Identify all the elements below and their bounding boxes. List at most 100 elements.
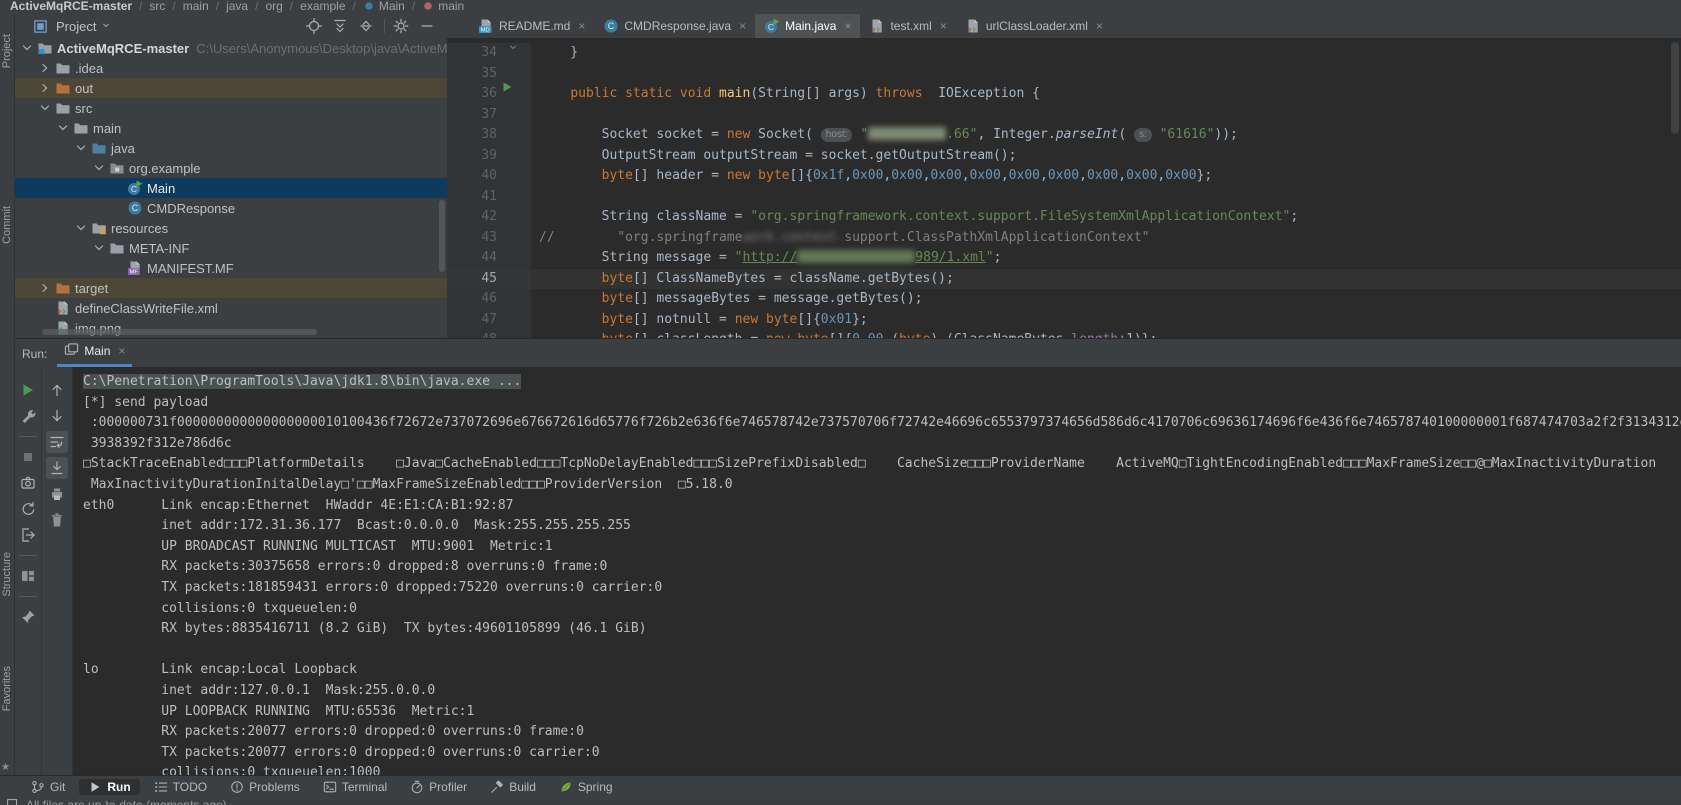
tool-window-button-profiler[interactable]: Profiler: [401, 779, 476, 795]
close-icon[interactable]: ×: [940, 19, 947, 33]
down-button[interactable]: [46, 405, 68, 427]
chev-down-icon[interactable]: [73, 220, 89, 236]
console-line: RX packets:20077 errors:0 dropped:0 over…: [83, 722, 1681, 743]
expand-all-icon: [358, 18, 374, 34]
close-icon[interactable]: ×: [578, 19, 585, 33]
stop-icon: [20, 449, 36, 465]
tree-item-img-png[interactable]: img.png: [14, 318, 447, 338]
tool-window-stripe-favorites[interactable]: Favorites: [1, 666, 13, 711]
close-icon[interactable]: ×: [739, 19, 746, 33]
breadcrumb-item[interactable]: Main: [363, 0, 405, 13]
favorites-star-icon[interactable]: ★: [1, 762, 10, 773]
locate-button[interactable]: [304, 17, 324, 35]
tool-window-button-terminal[interactable]: Terminal: [314, 779, 396, 795]
tree-item-cmdresponse[interactable]: CCMDResponse: [14, 198, 447, 218]
tool-window-stripe-commit[interactable]: Commit: [1, 206, 13, 244]
project-tree-vertical-scrollbar[interactable]: [439, 200, 445, 272]
expand-all-button[interactable]: [356, 17, 376, 35]
tree-item-main[interactable]: CMain: [14, 178, 447, 198]
console-line: RX packets:30375658 errors:0 dropped:8 o…: [83, 557, 1681, 578]
breadcrumb-item[interactable]: main: [422, 0, 464, 13]
tree-item-label: java: [111, 141, 135, 156]
exit-button[interactable]: [17, 524, 39, 546]
layout-button[interactable]: [17, 565, 39, 587]
tree-item-label: Main: [147, 181, 175, 196]
pin-button[interactable]: [17, 606, 39, 628]
chev-down-icon[interactable]: [55, 120, 71, 136]
breadcrumb-item[interactable]: src: [149, 0, 165, 13]
tree-item-activemqrce-master[interactable]: ActiveMqRCE-masterC:\Users\Anonymous\Des…: [14, 38, 447, 58]
chev-down-icon[interactable]: [19, 40, 35, 56]
chev-down-icon[interactable]: [37, 100, 53, 116]
tool-window-button-todo[interactable]: TODO: [145, 779, 216, 795]
chev-down-icon[interactable]: [91, 160, 107, 176]
tree-item-org-example[interactable]: org.example: [14, 158, 447, 178]
tree-item-src[interactable]: src: [14, 98, 447, 118]
breadcrumb-item[interactable]: main: [183, 0, 209, 13]
editor-tab-readme-md[interactable]: MDREADME.md×: [469, 14, 594, 38]
breadcrumb-item[interactable]: ActiveMqRCE-master: [10, 0, 132, 13]
run-tab-main[interactable]: Main ×: [57, 342, 132, 367]
breadcrumb-item[interactable]: org: [265, 0, 282, 13]
tool-window-button-label: Problems: [249, 780, 300, 794]
tree-item-main[interactable]: main: [14, 118, 447, 138]
tool-window-button-build[interactable]: Build: [481, 779, 545, 795]
tree-item-out[interactable]: out: [14, 78, 447, 98]
editor-scrollbar[interactable]: [1671, 42, 1679, 134]
scroll-to-end-button[interactable]: [46, 457, 68, 479]
profiler-icon: [410, 780, 424, 794]
chevron-down-icon[interactable]: [100, 19, 112, 34]
code-editor[interactable]: 34 }3536 public static void main(String[…: [447, 39, 1681, 338]
tool-window-button-run[interactable]: Run: [79, 779, 139, 795]
breadcrumb-item[interactable]: java: [226, 0, 248, 13]
run-console-output[interactable]: C:\Penetration\ProgramTools\Java\jdk1.8\…: [73, 367, 1681, 776]
down-icon: [49, 408, 65, 424]
rebuild-button[interactable]: [17, 498, 39, 520]
close-icon[interactable]: ×: [1096, 19, 1103, 33]
status-message-row: All files are up-to-date (moments ago): [0, 796, 1681, 805]
screenshot-button[interactable]: [17, 472, 39, 494]
tree-item-target[interactable]: target: [14, 278, 447, 298]
tool-window-button-problems[interactable]: Problems: [221, 779, 309, 795]
chev-right-icon[interactable]: [37, 60, 53, 76]
editor-tab-cmdresponse-java[interactable]: CCMDResponse.java×: [594, 14, 755, 38]
close-icon[interactable]: ×: [118, 344, 125, 358]
chev-down-icon[interactable]: [91, 240, 107, 256]
project-panel-title[interactable]: Project: [56, 19, 96, 34]
status-message: All files are up-to-date (moments ago): [26, 798, 227, 805]
rerun-button[interactable]: [17, 379, 39, 401]
chev-right-icon[interactable]: [37, 280, 53, 296]
line-number: 47: [447, 310, 505, 331]
clear-button[interactable]: [46, 509, 68, 531]
settings-wrench-button[interactable]: [17, 405, 39, 427]
settings-button[interactable]: [391, 17, 411, 35]
tree-item-resources[interactable]: resources: [14, 218, 447, 238]
tree-item-manifest-mf[interactable]: MFMANIFEST.MF: [14, 258, 447, 278]
editor-tab-test-xml[interactable]: test.xml×: [860, 14, 955, 38]
chev-right-icon[interactable]: [37, 80, 53, 96]
print-button[interactable]: [46, 483, 68, 505]
up-button[interactable]: [46, 379, 68, 401]
tree-item-defineclasswritefile-xml[interactable]: defineClassWriteFile.xml: [14, 298, 447, 318]
svg-text:C: C: [132, 203, 139, 213]
tool-window-button-git[interactable]: Git: [22, 779, 74, 795]
close-icon[interactable]: ×: [844, 19, 851, 33]
tool-window-button-spring[interactable]: Spring: [550, 779, 622, 795]
editor-tab-main-java[interactable]: CMain.java×: [755, 14, 860, 38]
collapse-all-button[interactable]: [330, 17, 350, 35]
tool-window-stripe-structure[interactable]: Structure: [1, 552, 13, 597]
code-line-44: 44 String message = "http://989/1.xml";: [447, 248, 1681, 269]
hide-button[interactable]: [417, 17, 437, 35]
stop-button[interactable]: [17, 446, 39, 468]
project-panel: Project ActiveMqRCE-masterC:\Users\Anony…: [14, 14, 447, 338]
tree-item-meta-inf[interactable]: META-INF: [14, 238, 447, 258]
tree-item-java[interactable]: java: [14, 138, 447, 158]
project-tree-horizontal-scrollbar[interactable]: [42, 329, 317, 335]
soft-wrap-button[interactable]: [46, 431, 68, 453]
tool-window-button-label: Profiler: [429, 780, 467, 794]
editor-tab-urlclassloader-xml[interactable]: urlClassLoader.xml×: [956, 14, 1112, 38]
breadcrumb-item[interactable]: example: [300, 0, 345, 13]
tree-item--idea[interactable]: .idea: [14, 58, 447, 78]
chev-down-icon[interactable]: [73, 140, 89, 156]
tool-window-stripe-project[interactable]: Project: [1, 34, 13, 68]
